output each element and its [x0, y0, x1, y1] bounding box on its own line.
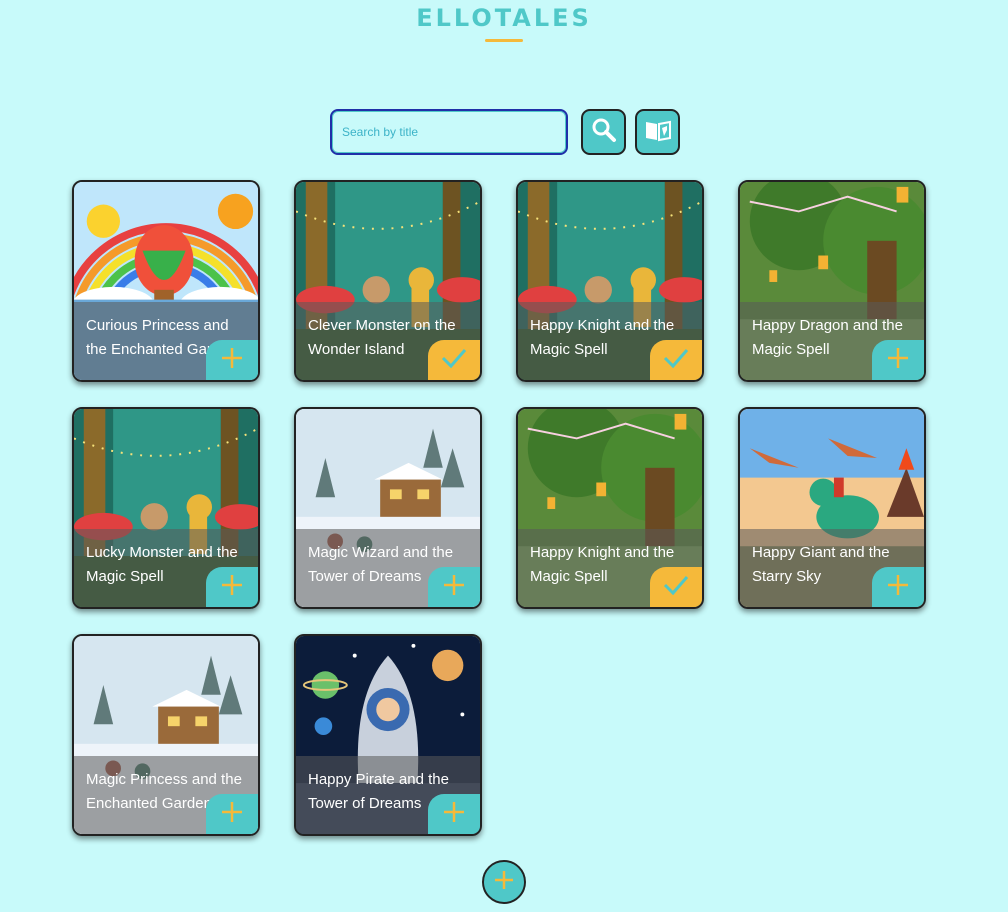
plus-icon [493, 869, 515, 896]
plus-icon [220, 800, 244, 829]
story-card[interactable]: Happy Dragon and the Magic Spell [738, 180, 926, 382]
plus-icon [220, 346, 244, 375]
story-card[interactable]: Clever Monster on the Wonder Island [294, 180, 482, 382]
add-to-library-button[interactable] [206, 567, 258, 607]
story-card[interactable]: Happy Knight and the Magic Spell [516, 407, 704, 609]
add-to-library-button[interactable] [872, 567, 924, 607]
story-grid: Curious Princess and the Enchanted Garde… [72, 180, 926, 836]
library-button[interactable] [635, 109, 680, 155]
add-to-library-button[interactable] [206, 340, 258, 380]
add-to-library-button[interactable] [428, 794, 480, 834]
check-icon [662, 574, 690, 601]
check-icon [662, 347, 690, 374]
story-card[interactable]: Happy Pirate and the Tower of Dreams [294, 634, 482, 836]
completed-button[interactable] [650, 567, 702, 607]
title-underline [485, 39, 523, 42]
completed-button[interactable] [650, 340, 702, 380]
plus-icon [442, 800, 466, 829]
check-icon [440, 347, 468, 374]
magnifier-icon [591, 117, 617, 148]
story-card[interactable]: Happy Knight and the Magic Spell [516, 180, 704, 382]
add-to-library-button[interactable] [428, 567, 480, 607]
add-to-library-button[interactable] [206, 794, 258, 834]
add-story-button[interactable] [482, 860, 526, 904]
plus-icon [442, 573, 466, 602]
search-input[interactable] [330, 109, 568, 155]
story-card[interactable]: Magic Princess and the Enchanted Garden [72, 634, 260, 836]
story-card[interactable]: Curious Princess and the Enchanted Garde… [72, 180, 260, 382]
completed-button[interactable] [428, 340, 480, 380]
story-card[interactable]: Lucky Monster and the Magic Spell [72, 407, 260, 609]
add-to-library-button[interactable] [872, 340, 924, 380]
plus-icon [886, 573, 910, 602]
story-card[interactable]: Happy Giant and the Starry Sky [738, 407, 926, 609]
plus-icon [220, 573, 244, 602]
story-card[interactable]: Magic Wizard and the Tower of Dreams [294, 407, 482, 609]
book-icon [644, 118, 672, 147]
plus-icon [886, 346, 910, 375]
app-title: ELLOTALES [416, 4, 592, 32]
search-button[interactable] [581, 109, 626, 155]
